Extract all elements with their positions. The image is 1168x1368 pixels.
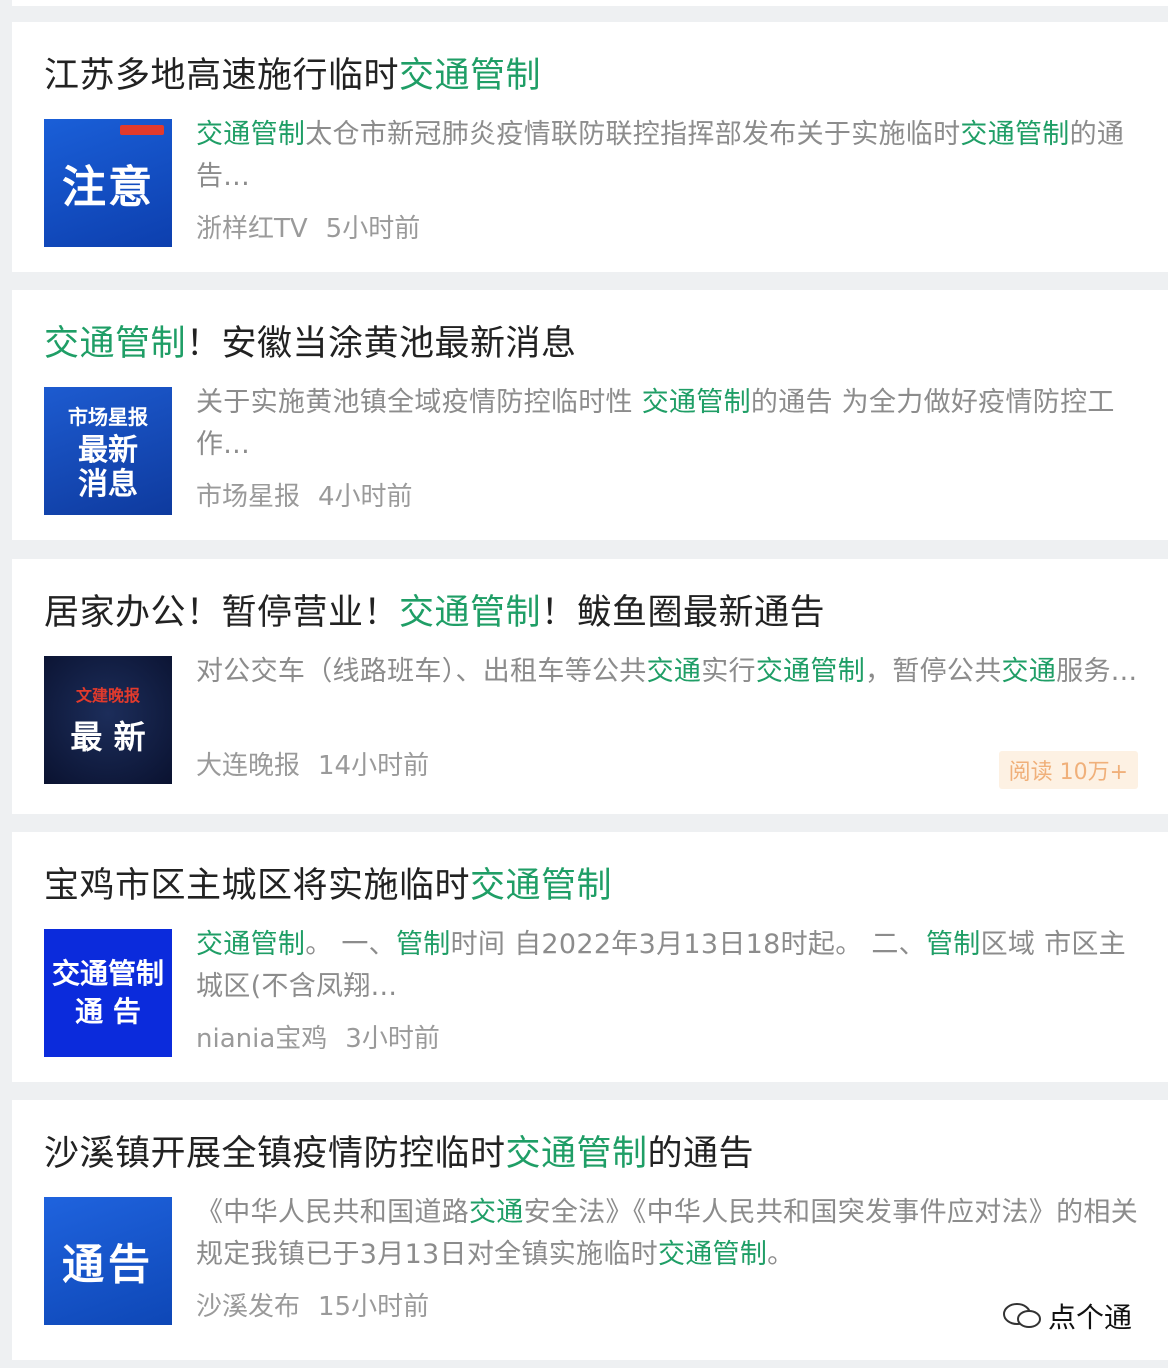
news-snippet: 交通管制太仓市新冠肺炎疫情联防联控指挥部发布关于实施临时交通管制的通告... (196, 114, 1146, 198)
news-title[interactable]: 交通管制！安徽当涂黄池最新消息 (44, 322, 577, 366)
news-snippet: 《中华人民共和国道路交通安全法》《中华人民共和国突发事件应对法》的相关规定我镇已… (196, 1192, 1146, 1276)
snippet-text: 实行 (701, 656, 756, 687)
thumb-caption: 注意 (62, 162, 154, 213)
snippet-text: 关于实施黄池镇全域疫情防控临时性 (196, 387, 642, 418)
news-title[interactable]: 沙溪镇开展全镇疫情防控临时交通管制的通告 (44, 1132, 754, 1176)
snippet-text: 。 (767, 1239, 795, 1270)
snippet-text: ，暂停公共 (865, 656, 1002, 687)
snippet-text: 《中华人民共和国道路 (196, 1197, 469, 1228)
news-card[interactable]: 江苏多地高速施行临时交通管制 注意 交通管制太仓市新冠肺炎疫情联防联控指挥部发布… (12, 22, 1168, 272)
news-thumbnail[interactable]: 交通管制 通 告 (44, 929, 172, 1057)
snippet-keyword: 交通管制 (755, 656, 866, 687)
thumb-brand: 市场星报 (68, 404, 148, 429)
snippet-keyword: 交通管制 (641, 387, 751, 418)
news-source[interactable]: niania宝鸡 (196, 1024, 327, 1054)
news-meta: 市场星报 4小时前 (196, 477, 413, 517)
news-snippet: 关于实施黄池镇全域疫情防控临时性 交通管制的通告 为全力做好疫情防控工作... (196, 382, 1146, 466)
read-count-badge: 阅读 10万+ (998, 751, 1138, 789)
news-card[interactable]: 沙溪镇开展全镇疫情防控临时交通管制的通告 通告 《中华人民共和国道路交通安全法》… (12, 1100, 1168, 1360)
thumb-brand: 文建晚报 (75, 686, 140, 705)
snippet-text: 太仓市新冠肺炎疫情联防联控指挥部发布关于实施临时 (305, 119, 961, 150)
news-source[interactable]: 浙样红TV (196, 214, 308, 244)
news-card[interactable]: 居家办公！暂停营业！交通管制！鲅鱼圈最新通告 文建晚报 最 新 对公交车（线路班… (12, 559, 1168, 814)
news-title[interactable]: 宝鸡市区主城区将实施临时交通管制 (44, 864, 612, 908)
snippet-keyword: 交通管制 (196, 929, 306, 960)
snippet-keyword: 交通管制 (196, 119, 306, 150)
news-meta: niania宝鸡 3小时前 (196, 1019, 440, 1059)
watermark: 点个通 (1002, 1296, 1132, 1336)
news-source[interactable]: 市场星报 (196, 482, 300, 512)
news-time: 3小时前 (345, 1024, 440, 1054)
top-card-edge (12, 0, 1168, 6)
snippet-keyword: 管制 (925, 929, 981, 960)
thumb-caption: 交通管制 通 告 (51, 957, 164, 1028)
news-snippet: 交通管制。 一、管制时间 自2022年3月13日18时起。 二、管制区域 市区主… (196, 924, 1146, 1008)
news-time: 4小时前 (318, 482, 413, 512)
watermark-text: 点个通 (1047, 1301, 1132, 1334)
snippet-keyword: 交通 (469, 1197, 524, 1228)
snippet-keyword: 交通管制 (960, 119, 1070, 150)
thumb-caption: 最新 消息 (78, 432, 138, 502)
thumb-caption: 最 新 (70, 718, 146, 756)
news-card[interactable]: 交通管制！安徽当涂黄池最新消息 市场星报 最新 消息 关于实施黄池镇全域疫情防控… (12, 290, 1168, 540)
news-source[interactable]: 大连晚报 (196, 751, 300, 781)
news-card[interactable]: 宝鸡市区主城区将实施临时交通管制 交通管制 通 告 交通管制。 一、管制时间 自… (12, 832, 1168, 1082)
snippet-text: 。 一、 (305, 929, 396, 960)
news-thumbnail[interactable]: 通告 (44, 1197, 172, 1325)
thumb-logo (120, 125, 164, 135)
news-meta: 沙溪发布 15小时前 (196, 1287, 429, 1327)
snippet-keyword: 交通 (1001, 656, 1057, 687)
news-time: 15小时前 (318, 1292, 430, 1322)
news-title[interactable]: 居家办公！暂停营业！交通管制！鲅鱼圈最新通告 (44, 591, 825, 635)
news-time: 5小时前 (325, 214, 421, 244)
snippet-keyword: 交通管制 (657, 1239, 768, 1270)
news-thumbnail[interactable]: 市场星报 最新 消息 (44, 387, 172, 515)
news-thumbnail[interactable]: 文建晚报 最 新 (44, 656, 172, 784)
snippet-text: 对公交车（线路班车）、出租车等公共 (196, 656, 647, 687)
wechat-icon (1002, 1303, 1041, 1328)
news-snippet: 对公交车（线路班车）、出租车等公共交通实行交通管制，暂停公共交通服务... (196, 651, 1146, 693)
news-source[interactable]: 沙溪发布 (196, 1292, 300, 1322)
news-meta: 大连晚报 14小时前 (196, 746, 429, 786)
snippet-keyword: 交通 (646, 656, 702, 687)
news-meta: 浙样红TV 5小时前 (196, 209, 420, 249)
news-time: 14小时前 (318, 751, 430, 781)
snippet-text: 服务... (1056, 656, 1138, 687)
thumb-caption: 通告 (61, 1239, 154, 1289)
snippet-text: 时间 自2022年3月13日18时起。 二、 (450, 929, 926, 960)
news-thumbnail[interactable]: 注意 (44, 119, 172, 247)
news-title[interactable]: 江苏多地高速施行临时交通管制 (44, 54, 541, 98)
snippet-keyword: 管制 (396, 929, 451, 960)
